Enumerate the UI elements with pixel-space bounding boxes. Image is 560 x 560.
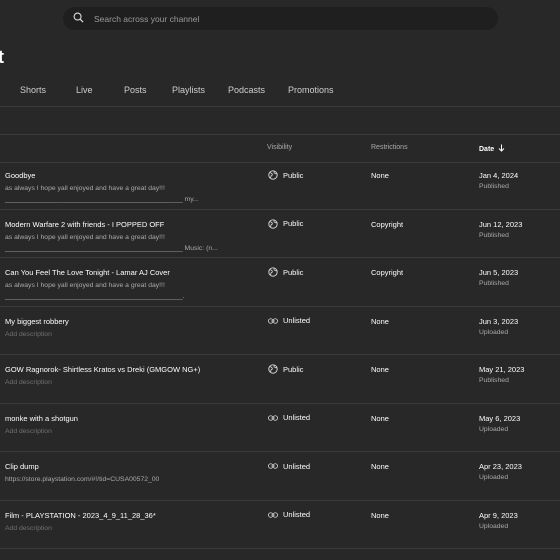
table-row[interactable]: monke with a shotgun Add description Unlis… (0, 404, 560, 452)
restrictions-value: Copyright (371, 219, 404, 229)
video-description: Add description (5, 524, 52, 532)
table-row[interactable]: My biggest robbery Add description Unliste… (0, 307, 560, 355)
status-value: Published (479, 183, 509, 190)
restrictions-value: Copyright (371, 268, 404, 277)
video-title[interactable]: Can You Feel The Love Tonight - Lamar AJ… (5, 268, 170, 277)
date-value: May 21, 2023 (479, 365, 525, 374)
status-value: Published (479, 231, 509, 239)
date-value: Jun 3, 2023 (479, 316, 519, 326)
visibility-label: Public (283, 219, 304, 228)
visibility-label: Unlisted (283, 413, 311, 422)
status-value: Uploaded (479, 474, 509, 481)
restrictions-value: None (371, 413, 389, 423)
page-title: t (0, 47, 4, 67)
visibility-label: Public (283, 170, 304, 180)
table-header: Visibility Restrictions Date (0, 134, 560, 163)
visibility-cell[interactable]: Public (268, 364, 303, 374)
link-icon (268, 316, 278, 326)
content-tabs: Shorts Live Posts Playlists Podcasts Pro… (0, 78, 560, 107)
globe-icon (268, 364, 278, 374)
table-row[interactable]: Goodbye as always I hope yall enjoyed and… (0, 161, 560, 210)
video-description: as always I hope yall enjoyed and have a… (5, 282, 185, 300)
tab-promotions[interactable]: Promotions (288, 85, 334, 95)
visibility-label: Unlisted (283, 461, 311, 471)
visibility-cell[interactable]: Unlisted (268, 461, 310, 471)
globe-icon (268, 267, 278, 277)
tab-shorts[interactable]: Shorts (20, 85, 46, 95)
status-value: Uploaded (479, 522, 509, 530)
globe-icon (268, 170, 278, 180)
visibility-cell[interactable]: Unlisted (268, 510, 310, 520)
visibility-cell[interactable]: Unlisted (268, 316, 310, 326)
date-value: May 6, 2023 (479, 413, 521, 423)
search-input[interactable] (92, 12, 476, 25)
visibility-label: Unlisted (283, 316, 311, 325)
arrow-down-icon (498, 144, 505, 154)
status-value: Published (479, 280, 509, 287)
date-value: Jan 4, 2024 (479, 171, 519, 180)
video-title[interactable]: Clip dump (5, 462, 39, 471)
column-visibility[interactable]: Visibility (267, 144, 292, 151)
tab-posts[interactable]: Posts (124, 85, 147, 95)
date-value: Jun 12, 2023 (479, 219, 523, 229)
top-bar (0, 0, 560, 40)
video-title[interactable]: GOW Ragnorok- Shirtless Kratos vs Dreki … (5, 365, 200, 374)
table-row[interactable]: Can You Feel The Love Tonight - Lamar AJ… (0, 258, 560, 307)
video-description: https://store.playstation.com/#!/tid=CUS… (5, 476, 160, 483)
tab-podcasts[interactable]: Podcasts (228, 85, 265, 95)
visibility-cell[interactable]: Public (268, 267, 303, 277)
visibility-label: Public (283, 267, 304, 277)
video-title[interactable]: Goodbye (5, 171, 35, 180)
restrictions-value: None (371, 316, 389, 326)
visibility-cell[interactable]: Public (268, 218, 304, 229)
column-restrictions[interactable]: Restrictions (371, 144, 408, 151)
restrictions-value: None (371, 365, 389, 374)
link-icon (268, 461, 278, 471)
date-value: Apr 9, 2023 (479, 510, 518, 520)
video-description: Add description (5, 330, 52, 338)
video-description: Add description (5, 427, 52, 435)
search-bar[interactable] (63, 7, 498, 30)
column-date-label: Date (479, 145, 495, 153)
search-icon[interactable] (63, 10, 84, 28)
date-value: Jun 5, 2023 (479, 268, 519, 277)
restrictions-value: None (371, 171, 389, 180)
video-title[interactable]: monke with a shotgun (5, 414, 78, 423)
video-description: as always I hope yall enjoyed and have a… (5, 233, 218, 252)
video-title[interactable]: Modern Warfare 2 with friends - I POPPED… (5, 220, 164, 229)
globe-icon (268, 218, 278, 229)
restrictions-value: None (371, 510, 389, 520)
visibility-label: Unlisted (283, 510, 311, 519)
tab-live[interactable]: Live (76, 85, 93, 95)
table-row[interactable]: GOW Ragnorok- Shirtless Kratos vs Dreki … (0, 355, 560, 404)
link-icon (268, 510, 278, 520)
video-description: Add description (5, 379, 52, 386)
visibility-cell[interactable]: Public (268, 170, 303, 180)
table-row[interactable]: Modern Warfare 2 with friends - I POPPED… (0, 210, 560, 258)
status-value: Uploaded (479, 328, 509, 336)
date-value: Apr 23, 2023 (479, 462, 522, 471)
video-title[interactable]: Film - PLAYSTATION - 2023_4_9_11_28_36* (5, 511, 156, 520)
video-title[interactable]: My biggest robbery (5, 317, 69, 326)
status-value: Published (479, 377, 509, 384)
video-description: as always I hope yall enjoyed and have a… (5, 185, 199, 203)
column-date[interactable]: Date (479, 144, 505, 154)
table-row[interactable]: Clip dump https://store.playstation.com/#… (0, 452, 560, 501)
status-value: Uploaded (479, 425, 509, 433)
link-icon (268, 413, 278, 423)
table-row[interactable]: Film - PLAYSTATION - 2023_4_9_11_28_36* A… (0, 501, 560, 549)
visibility-cell[interactable]: Unlisted (268, 413, 310, 423)
visibility-label: Public (283, 364, 304, 374)
tab-playlists[interactable]: Playlists (172, 85, 205, 95)
restrictions-value: None (371, 462, 389, 471)
